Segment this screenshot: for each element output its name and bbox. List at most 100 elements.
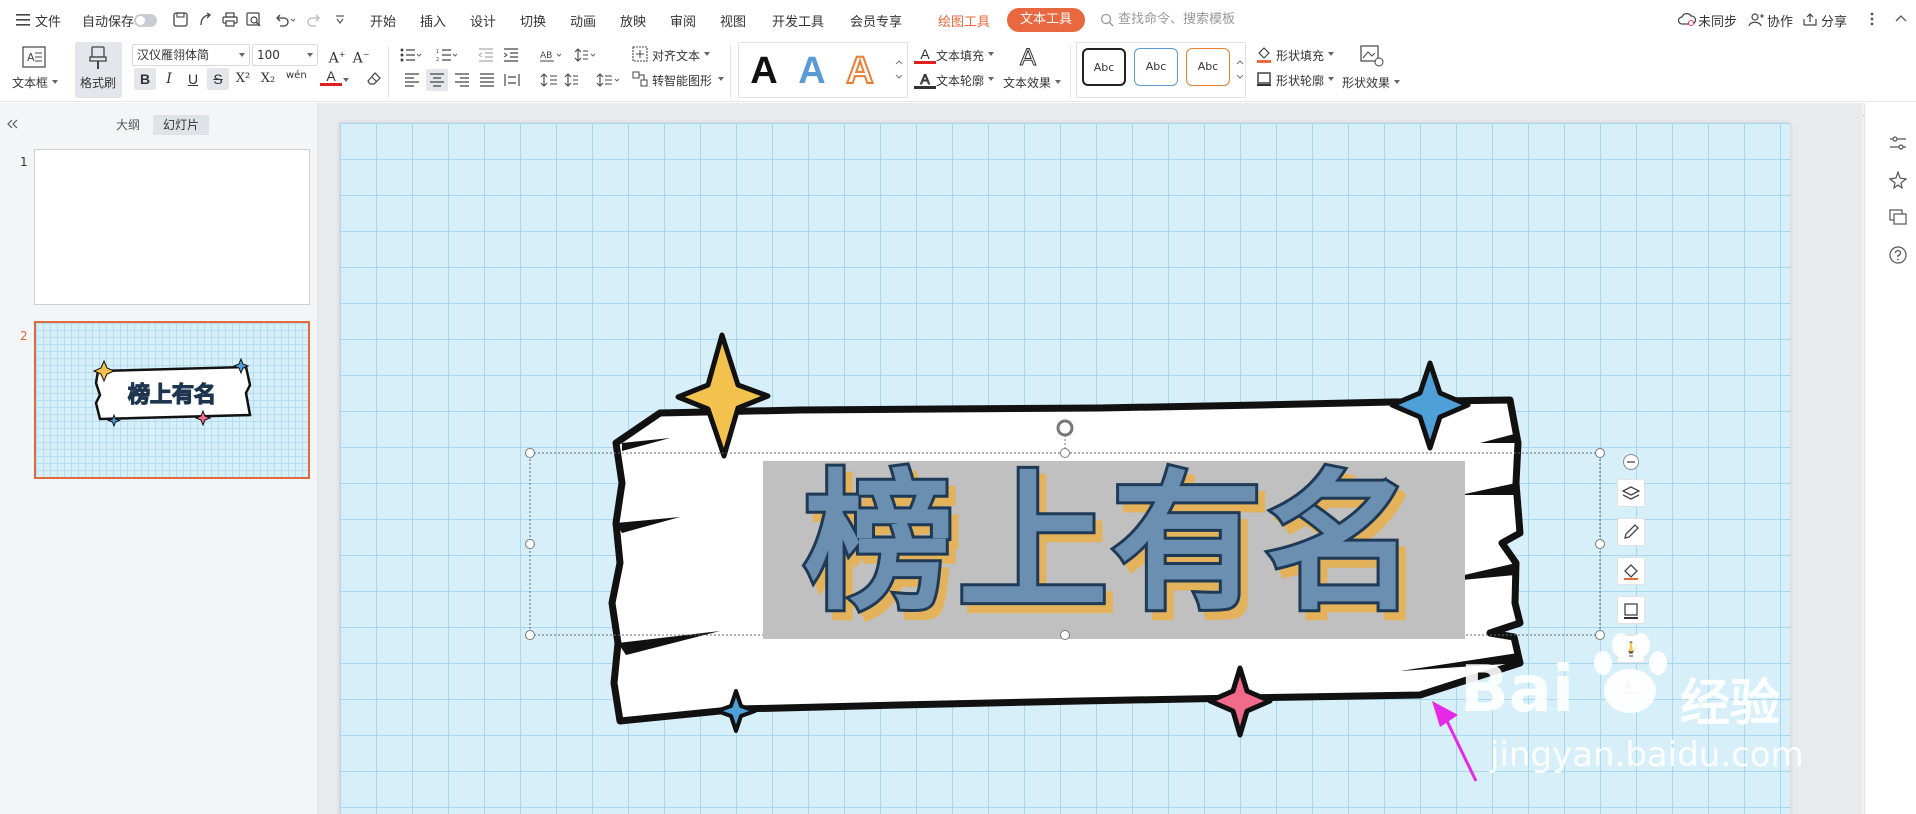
underline-button[interactable]: U (182, 68, 204, 90)
text-outline-button[interactable]: 文本轮廓 (936, 72, 984, 89)
font-color-button[interactable]: A (320, 66, 342, 86)
resize-handle-middle-right[interactable] (1595, 539, 1605, 549)
collapse-panel-icon[interactable] (6, 119, 18, 129)
slide-canvas[interactable]: 榜上有名 榜上有名 A Bai 经验 jingyan.baidu.com (340, 123, 1804, 814)
text-style-orange-outline[interactable]: A (838, 46, 882, 96)
text-fill-button[interactable]: 文本填充 (936, 47, 984, 64)
print-preview-icon[interactable] (246, 12, 262, 27)
decrease-font-icon[interactable]: A− (350, 44, 372, 67)
font-name-select[interactable]: 汉仪雁翎体简 (132, 44, 250, 66)
title-text[interactable]: 榜上有名 (801, 454, 1420, 634)
justify-icon[interactable] (479, 73, 495, 87)
subscript-button[interactable]: X₂ (257, 68, 279, 90)
resize-handle-bottom-middle[interactable] (1060, 630, 1070, 640)
outline-button[interactable] (1617, 596, 1645, 624)
tab-animation[interactable]: 动画 (570, 11, 596, 30)
tab-text-tools[interactable]: 文本工具 (1007, 8, 1086, 32)
fill-button[interactable] (1617, 557, 1645, 585)
shape-style-blue[interactable]: Abc (1134, 48, 1178, 86)
search-input[interactable]: 查找命令、搜索模板 (1098, 8, 1298, 32)
text-style-blue[interactable]: A (790, 46, 834, 96)
distribute-icon[interactable] (504, 73, 520, 87)
undo-icon[interactable] (274, 12, 296, 27)
resize-handle-top-left[interactable] (525, 448, 535, 458)
numbered-list-icon[interactable]: 12 (436, 48, 458, 62)
cloud-sync-icon[interactable] (1678, 12, 1696, 27)
shape-fill-dropdown-icon[interactable] (1328, 52, 1334, 56)
line-spacing-icon[interactable] (574, 48, 596, 62)
bullet-list-icon[interactable] (400, 48, 422, 62)
autosave-toggle[interactable] (134, 14, 157, 27)
smart-shape-button[interactable]: 转智能图形 (652, 72, 712, 89)
tab-member[interactable]: 会员专享 (850, 11, 902, 30)
increase-indent-icon[interactable] (503, 48, 519, 62)
align-text-dropdown-icon[interactable] (704, 52, 710, 56)
help-icon[interactable] (1889, 246, 1907, 264)
align-text-button[interactable]: 对齐文本 (652, 47, 700, 64)
shape-outline-dropdown-icon[interactable] (1328, 77, 1334, 81)
font-color-dropdown-icon[interactable] (343, 78, 349, 82)
slide-thumbnail-1[interactable] (34, 149, 310, 305)
slide-switch-icon[interactable] (1889, 209, 1907, 225)
tab-transition[interactable]: 切换 (520, 11, 546, 30)
text-style-black[interactable]: A (742, 46, 786, 96)
hamburger-icon[interactable] (16, 14, 30, 26)
decrease-indent-icon[interactable] (478, 48, 494, 62)
textbox-button[interactable]: 文本框 (12, 74, 48, 91)
tab-insert[interactable]: 插入 (420, 11, 446, 30)
column-spacing-icon[interactable] (564, 73, 586, 87)
minimize-ribbon-icon[interactable] (1895, 14, 1907, 24)
smart-shape-dropdown-icon[interactable] (718, 77, 724, 81)
tab-design[interactable]: 设计 (470, 11, 496, 30)
tab-outline[interactable]: 大纲 (106, 115, 150, 135)
customize-toolbar-icon[interactable] (335, 15, 345, 25)
unsynced-label[interactable]: 未同步 (1698, 11, 1737, 30)
italic-button[interactable]: I (158, 68, 180, 90)
text-effect-button[interactable]: 文本效果 (1003, 74, 1051, 91)
save-icon[interactable] (173, 12, 188, 27)
clear-format-icon[interactable] (366, 70, 382, 86)
shape-style-black[interactable]: Abc (1082, 48, 1126, 86)
tab-drawing-tools[interactable]: 绘图工具 (938, 11, 990, 30)
print-icon[interactable] (222, 12, 238, 27)
tab-view[interactable]: 视图 (720, 11, 746, 30)
rotate-handle[interactable] (1056, 419, 1074, 437)
property-settings-icon[interactable] (1889, 135, 1907, 151)
layer-button[interactable] (1617, 479, 1645, 507)
animation-icon[interactable] (1889, 171, 1907, 189)
resize-handle-bottom-left[interactable] (525, 630, 535, 640)
tab-slideshow[interactable]: 放映 (620, 11, 646, 30)
shape-style-orange[interactable]: Abc (1186, 48, 1230, 86)
export-icon[interactable] (198, 12, 213, 27)
shape-effect-button[interactable]: 形状效果 (1342, 74, 1390, 91)
resize-handle-top-middle[interactable] (1060, 448, 1070, 458)
line-spacing-more-icon[interactable] (596, 73, 620, 87)
zoom-out-icon[interactable] (1622, 453, 1640, 471)
more-icon[interactable] (1870, 12, 1874, 27)
superscript-button[interactable]: X² (232, 68, 254, 90)
resize-handle-middle-left[interactable] (525, 539, 535, 549)
edit-shape-button[interactable] (1617, 518, 1645, 546)
tab-home[interactable]: 开始 (370, 11, 396, 30)
resize-handle-top-right[interactable] (1595, 448, 1605, 458)
shape-fill-button[interactable]: 形状填充 (1276, 47, 1324, 64)
text-direction-icon[interactable]: AB (540, 48, 562, 62)
gallery-expand-icon[interactable] (895, 60, 903, 80)
textbox-icon[interactable]: A (22, 46, 46, 68)
tab-developer[interactable]: 开发工具 (772, 11, 824, 30)
shape-effect-dropdown-icon[interactable] (1394, 80, 1400, 84)
redo-icon[interactable] (307, 12, 322, 27)
share-label[interactable]: 分享 (1821, 11, 1847, 30)
align-left-icon[interactable] (404, 73, 420, 87)
file-menu[interactable]: 文件 (35, 11, 61, 30)
collaborate-icon[interactable] (1748, 12, 1764, 27)
increase-font-icon[interactable]: A+ (326, 44, 348, 67)
tab-review[interactable]: 审阅 (670, 11, 696, 30)
text-effect-dropdown-icon[interactable] (1055, 80, 1061, 84)
collaborate-label[interactable]: 协作 (1767, 11, 1793, 30)
shape-outline-button[interactable]: 形状轮廓 (1276, 72, 1324, 89)
align-right-icon[interactable] (454, 73, 470, 87)
text-fill-dropdown-icon[interactable] (988, 52, 994, 56)
font-size-select[interactable]: 100 (252, 44, 318, 66)
textbox-dropdown-icon[interactable] (52, 80, 58, 84)
